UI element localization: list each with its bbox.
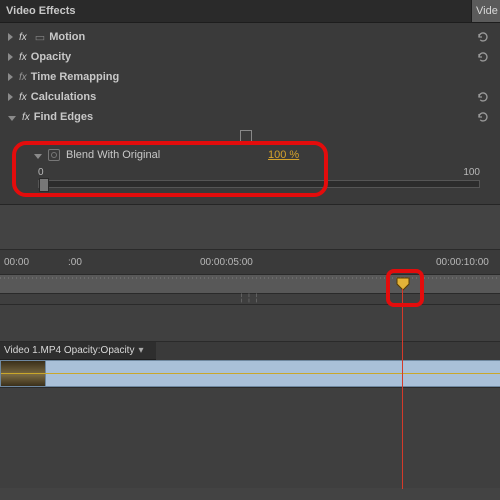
scrub-bar[interactable] <box>0 275 500 294</box>
effect-row-find-edges[interactable]: fx Find Edges <box>0 107 500 127</box>
fx-badge[interactable]: fx <box>19 92 27 103</box>
opacity-rubberband[interactable] <box>1 373 500 374</box>
blend-value[interactable]: 100 % <box>268 149 299 161</box>
track-spacer <box>0 305 500 342</box>
twirl-open-icon[interactable] <box>34 154 42 159</box>
time-tick: 00:00:10:00 <box>436 257 489 268</box>
effect-label: Calculations <box>31 91 96 103</box>
reset-icon[interactable] <box>476 110 490 124</box>
effect-label: Motion <box>49 31 85 43</box>
effect-row-time-remapping[interactable]: fx Time Remapping <box>0 67 500 87</box>
effect-label: Find Edges <box>34 111 93 123</box>
slider-max-label: 100 <box>463 167 480 178</box>
adjacent-tab[interactable]: Vide <box>471 0 500 22</box>
twirl-icon[interactable] <box>8 33 13 41</box>
reset-icon[interactable] <box>476 30 490 44</box>
fx-badge[interactable]: fx <box>22 112 30 123</box>
blend-slider[interactable] <box>38 180 480 188</box>
time-tick: :00 <box>68 257 82 268</box>
effect-label: Opacity <box>31 51 71 63</box>
panel-gap <box>0 204 500 249</box>
time-tick: 00:00 <box>4 257 29 268</box>
effect-row-motion[interactable]: fx ▭ Motion <box>0 27 500 47</box>
work-area-bar[interactable]: ╎╎╎ <box>0 294 500 305</box>
slider-min-label: 0 <box>38 167 44 178</box>
timeline-panel: 00:00 :00 00:00:05:00 00:00:10:00 ╎╎╎ Vi… <box>0 249 500 475</box>
property-label: Blend With Original <box>66 149 160 161</box>
fx-badge[interactable]: fx <box>19 72 27 83</box>
reset-icon[interactable] <box>476 50 490 64</box>
slider-thumb[interactable] <box>39 178 49 192</box>
empty-tracks <box>0 387 500 488</box>
effect-row-opacity[interactable]: fx Opacity <box>0 47 500 67</box>
motion-handle-icon[interactable]: ▭ <box>35 31 45 44</box>
video-track[interactable] <box>0 360 500 387</box>
effect-row-calculations[interactable]: fx Calculations <box>0 87 500 107</box>
twirl-icon[interactable] <box>8 73 13 81</box>
stopwatch-icon[interactable] <box>48 149 60 161</box>
twirl-open-icon[interactable] <box>8 116 16 121</box>
twirl-icon[interactable] <box>8 53 13 61</box>
video-clip[interactable] <box>0 360 500 387</box>
clip-property: Opacity:Opacity <box>64 345 135 356</box>
clip-name: Video 1.MP4 <box>4 345 61 356</box>
dropdown-icon[interactable]: ▾ <box>138 345 143 356</box>
fx-badge[interactable]: fx <box>19 32 27 43</box>
video-effects-panel: Video Effects ▲ Vide fx ▭ Motion fx Opac… <box>0 0 500 204</box>
grip-icon[interactable]: ╎╎╎ <box>239 293 261 304</box>
time-ruler[interactable]: 00:00 :00 00:00:05:00 00:00:10:00 <box>0 249 500 275</box>
fx-badge[interactable]: fx <box>19 52 27 63</box>
playhead-marker-icon[interactable] <box>396 277 410 291</box>
panel-header: Video Effects ▲ Vide <box>0 0 500 23</box>
checkbox[interactable] <box>240 130 252 142</box>
effect-label: Time Remapping <box>31 71 119 83</box>
blend-with-original-row[interactable]: Blend With Original 100 % <box>0 145 500 165</box>
tracks-area: Video 1.MP4 Opacity:Opacity ▾ <box>0 305 500 475</box>
playhead-line[interactable] <box>402 289 403 489</box>
blend-slider-area: 0 100 <box>0 165 500 194</box>
clip-header[interactable]: Video 1.MP4 Opacity:Opacity ▾ <box>0 342 156 360</box>
effects-list: fx ▭ Motion fx Opacity fx Time Remapping… <box>0 23 500 204</box>
twirl-icon[interactable] <box>8 93 13 101</box>
find-edges-invert-row[interactable] <box>0 127 500 145</box>
time-tick: 00:00:05:00 <box>200 257 253 268</box>
reset-icon[interactable] <box>476 90 490 104</box>
panel-title: Video Effects <box>6 5 76 17</box>
